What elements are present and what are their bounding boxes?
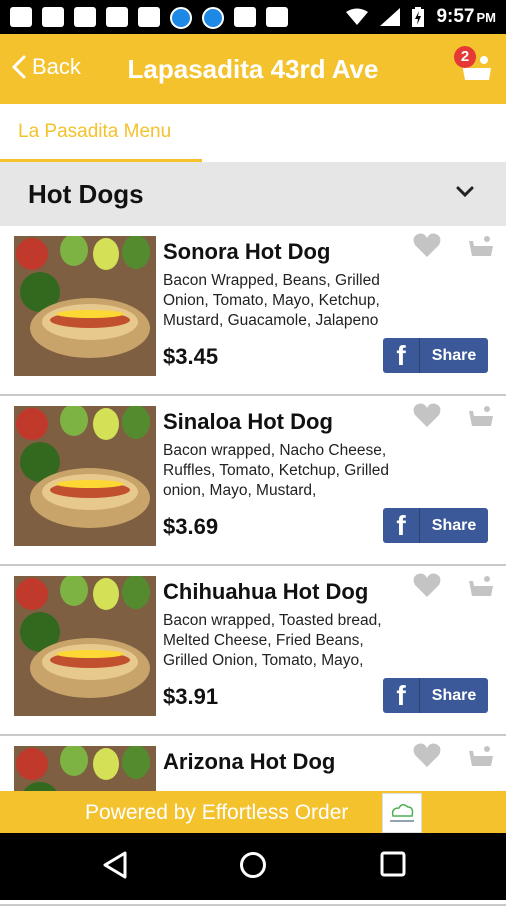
powered-by-footer[interactable]: Powered by Effortless Order [0, 791, 506, 833]
hot-dog-photo-icon [14, 406, 156, 546]
facebook-icon: f [383, 508, 420, 543]
share-label: Share [431, 686, 477, 704]
check-notification-icon [266, 7, 288, 27]
item-name: Chihuahua Hot Dog [163, 579, 369, 604]
facebook-share-button[interactable]: f Share [383, 508, 488, 543]
add-to-cart-icon[interactable] [466, 572, 494, 600]
facebook-share-button[interactable]: f Share [383, 338, 488, 373]
hot-dog-image[interactable] [14, 236, 156, 376]
item-description: Bacon wrapped, Toasted bread, Melted Che… [163, 612, 382, 669]
add-to-cart-icon[interactable] [466, 402, 494, 430]
hot-dog-photo-icon [14, 236, 156, 376]
item-name: Arizona Hot Dog [163, 749, 336, 774]
notification-icons [10, 7, 288, 29]
system-nav-bar [0, 833, 506, 900]
heart-icon[interactable] [413, 402, 441, 428]
facebook-icon: f [383, 338, 420, 373]
tv-notification-icon [138, 7, 160, 27]
item-name: Sinaloa Hot Dog [163, 409, 333, 434]
page-title: Lapasadita 43rd Ave [127, 54, 379, 84]
add-to-cart-icon[interactable] [466, 232, 494, 260]
item-description: Bacon Wrapped, Beans, Grilled Onion, Tom… [163, 272, 380, 329]
item-price: $3.45 [163, 344, 219, 369]
effortless-order-logo [382, 793, 422, 833]
cart-count-badge: 2 [454, 46, 476, 68]
item-price: $3.69 [163, 514, 219, 539]
facebook-share-button[interactable]: f Share [383, 678, 488, 713]
app-bar: Back Lapasadita 43rd Ave 2 [0, 34, 506, 104]
item-price: $3.91 [163, 684, 219, 709]
facebook-icon: f [383, 678, 420, 713]
item-name: Sonora Hot Dog [163, 239, 331, 264]
chevron-down-icon [456, 186, 474, 198]
hot-dog-photo-icon [14, 576, 156, 716]
menu-item-3[interactable]: Chihuahua Hot Dog Bacon wrapped, Toasted… [0, 566, 506, 736]
clock-time: 9:57 [436, 6, 475, 27]
tv-notification-icon [106, 7, 128, 27]
cloud-logo-icon [390, 804, 414, 822]
hot-dog-image[interactable] [14, 576, 156, 716]
share-label: Share [431, 516, 477, 534]
signal-icon [380, 8, 401, 26]
image-notification-icon [74, 7, 96, 27]
footer-text: Powered by Effortless Order [85, 801, 349, 824]
clock-ampm: PM [476, 10, 497, 25]
menu-item-1[interactable]: Sonora Hot Dog Bacon Wrapped, Beans, Gri… [0, 226, 506, 396]
battery-icon [412, 7, 425, 27]
hot-dog-image[interactable] [14, 406, 156, 546]
tab-bar: La Pasadita Menu [0, 104, 506, 162]
category-title: Hot Dogs [28, 179, 144, 209]
nav-back-icon[interactable] [102, 851, 128, 879]
heart-icon[interactable] [413, 232, 441, 258]
nav-recents-icon[interactable] [380, 851, 406, 877]
tab-menu[interactable]: La Pasadita Menu [0, 104, 202, 162]
cart-button[interactable]: 2 [454, 46, 494, 86]
add-to-cart-icon[interactable] [466, 742, 494, 770]
category-header[interactable]: Hot Dogs [0, 162, 506, 226]
sync-notification-icon [170, 7, 192, 29]
heart-icon[interactable] [413, 742, 441, 768]
menu-item-2[interactable]: Sinaloa Hot Dog Bacon wrapped, Nacho Che… [0, 396, 506, 566]
tv-notification-icon [10, 7, 32, 27]
item-description: Bacon wrapped, Nacho Cheese, Ruffles, To… [163, 442, 390, 499]
status-bar: 9:57 PM [0, 0, 506, 34]
wifi-icon [346, 8, 369, 25]
youtube-notification-icon [42, 7, 64, 27]
sync-notification-icon [202, 7, 224, 29]
nav-home-icon[interactable] [239, 851, 267, 879]
android-notification-icon [234, 7, 256, 27]
share-label: Share [431, 346, 477, 364]
heart-icon[interactable] [413, 572, 441, 598]
clock: 9:57 PM [436, 6, 496, 28]
